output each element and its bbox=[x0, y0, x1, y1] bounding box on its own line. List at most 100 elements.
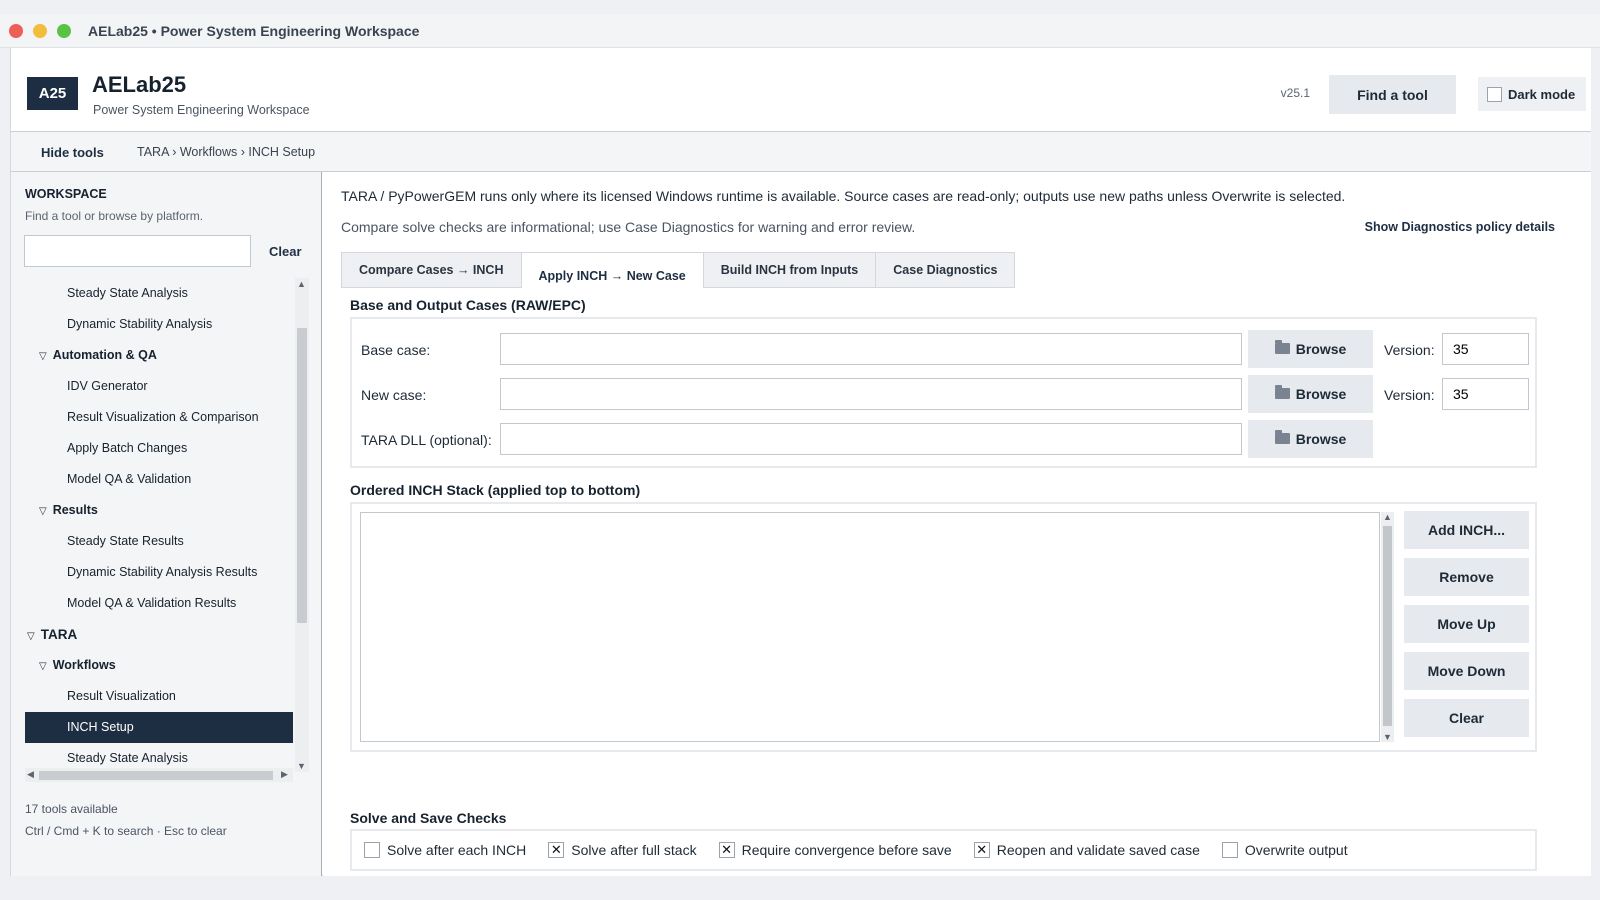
solve-check-option[interactable]: ✕ Solve after full stack bbox=[548, 842, 697, 858]
solve-check-option[interactable]: ✕ Require convergence before save bbox=[718, 842, 952, 858]
tab-case-diagnostics[interactable]: Case Diagnostics bbox=[875, 252, 1016, 288]
scroll-up-icon[interactable]: ▲ bbox=[1383, 512, 1392, 522]
expand-triangle-icon[interactable]: ▽ bbox=[39, 341, 47, 372]
sidebar-item-label: Dynamic Stability Analysis bbox=[67, 317, 213, 331]
remove-button[interactable]: Remove bbox=[1404, 558, 1529, 596]
tools-count: 17 tools available bbox=[25, 802, 118, 816]
checked-checkbox[interactable]: ✕ bbox=[548, 842, 565, 858]
move-up-button[interactable]: Move Up bbox=[1404, 605, 1529, 643]
tab-build-inch[interactable]: Build INCH from Inputs bbox=[702, 252, 877, 288]
checkbox[interactable] bbox=[1221, 842, 1238, 858]
sidebar-item[interactable]: Steady State Analysis bbox=[25, 278, 293, 309]
stack-scrollbar[interactable]: ▲ ▼ bbox=[1381, 512, 1394, 742]
tara-dll-browse-button[interactable]: Browse bbox=[1248, 420, 1373, 458]
diagnostics-notice: Compare solve checks are informational; … bbox=[341, 219, 916, 235]
dark-mode-toggle[interactable]: Dark mode bbox=[1478, 77, 1586, 111]
solve-check-option[interactable]: ✕ Reopen and validate saved case bbox=[973, 842, 1200, 858]
new-case-input[interactable] bbox=[500, 378, 1242, 410]
solve-check-option[interactable]: Solve after each INCH bbox=[364, 842, 526, 858]
find-tool-button[interactable]: Find a tool bbox=[1329, 75, 1456, 114]
sidebar-item-label: Result Visualization & Comparison bbox=[67, 410, 259, 424]
new-version-label: Version: bbox=[1384, 387, 1435, 403]
zoom-window-button[interactable] bbox=[57, 24, 71, 38]
sidebar-item[interactable]: ▽ Results bbox=[25, 495, 293, 526]
sidebar-item-label: IDV Generator bbox=[67, 379, 148, 393]
sidebar-item[interactable]: Model QA & Validation bbox=[25, 464, 293, 495]
checks-group: Solve after each INCH ✕ Solve after full s… bbox=[350, 829, 1537, 871]
expand-triangle-icon[interactable]: ▽ bbox=[39, 496, 47, 527]
folder-icon bbox=[1274, 429, 1290, 444]
tab-apply-inch[interactable]: Apply INCH → New Case bbox=[520, 252, 704, 288]
scroll-left-icon[interactable]: ◀ bbox=[27, 769, 34, 780]
sidebar-item-label: Apply Batch Changes bbox=[67, 441, 188, 455]
stack-scroll-thumb[interactable] bbox=[1383, 526, 1392, 726]
checked-checkbox[interactable]: ✕ bbox=[973, 842, 990, 858]
hide-tools-button[interactable]: Hide tools bbox=[41, 145, 104, 160]
base-case-input[interactable] bbox=[500, 333, 1242, 365]
inch-stack-list[interactable] bbox=[360, 512, 1380, 742]
tab-compare-cases[interactable]: Compare Cases → INCH bbox=[341, 252, 522, 288]
sidebar-item[interactable]: ▽ Automation & QA bbox=[25, 340, 293, 371]
sidebar-item[interactable]: IDV Generator bbox=[25, 371, 293, 402]
minimize-window-button[interactable] bbox=[33, 24, 47, 38]
toolbar: Hide tools TARA › Workflows › INCH Setup bbox=[11, 132, 1591, 172]
sidebar-item[interactable]: INCH Setup bbox=[25, 712, 293, 743]
cases-group: Base case: Browse Version: New case: Bro… bbox=[350, 317, 1537, 468]
workspace-title: WORKSPACE bbox=[25, 187, 107, 201]
checkbox[interactable] bbox=[364, 842, 380, 858]
checked-checkbox[interactable]: ✕ bbox=[718, 842, 735, 858]
check-label: Solve after each INCH bbox=[387, 842, 527, 858]
stack-group: ▲ ▼ Add INCH... Remove Move Up Move Down… bbox=[350, 502, 1537, 752]
close-window-button[interactable] bbox=[9, 24, 23, 38]
solve-check-option[interactable]: Overwrite output bbox=[1221, 842, 1348, 858]
version-label: v25.1 bbox=[1280, 86, 1310, 100]
sidebar-item[interactable]: Result Visualization bbox=[25, 681, 293, 712]
scroll-down-icon[interactable]: ▼ bbox=[297, 761, 306, 771]
scroll-up-icon[interactable]: ▲ bbox=[297, 279, 306, 289]
sidebar-item[interactable]: ▽ TARA bbox=[25, 619, 293, 650]
check-label: Reopen and validate saved case bbox=[996, 842, 1200, 858]
diagnostics-policy-link[interactable]: Show Diagnostics policy details bbox=[1365, 220, 1555, 234]
app-name: AELab25 bbox=[92, 72, 187, 97]
app-header: A25 AELab25 Power System Engineering Wor… bbox=[11, 48, 1591, 132]
tree-scroll-thumb[interactable] bbox=[297, 328, 307, 623]
sidebar-item[interactable]: Apply Batch Changes bbox=[25, 433, 293, 464]
checks-section-title: Solve and Save Checks bbox=[350, 810, 507, 826]
sidebar-item[interactable]: Result Visualization & Comparison bbox=[25, 402, 293, 433]
tara-dll-label: TARA DLL (optional): bbox=[361, 432, 492, 448]
sidebar-item[interactable]: ▽ Workflows bbox=[25, 650, 293, 681]
tree-vertical-scrollbar[interactable]: ▲ ▼ bbox=[295, 278, 309, 772]
dark-mode-checkbox[interactable] bbox=[1487, 86, 1502, 102]
breadcrumb: TARA › Workflows › INCH Setup bbox=[137, 145, 316, 159]
new-version-input[interactable] bbox=[1442, 378, 1529, 410]
sidebar-item[interactable]: Steady State Results bbox=[25, 526, 293, 557]
tree-horizontal-scrollbar[interactable]: ◀ ▶ bbox=[25, 768, 293, 782]
base-case-label: Base case: bbox=[361, 342, 431, 358]
tree-hscroll-thumb[interactable] bbox=[39, 771, 273, 780]
tool-search-input[interactable] bbox=[24, 235, 251, 267]
scroll-right-icon[interactable]: ▶ bbox=[281, 769, 288, 780]
dark-mode-label: Dark mode bbox=[1508, 86, 1576, 102]
sidebar-item-label: TARA bbox=[40, 627, 78, 642]
base-version-input[interactable] bbox=[1442, 333, 1529, 365]
app-window: A25 AELab25 Power System Engineering Wor… bbox=[10, 48, 1591, 876]
expand-triangle-icon[interactable]: ▽ bbox=[27, 621, 35, 652]
sidebar-item[interactable]: Dynamic Stability Analysis Results bbox=[25, 557, 293, 588]
expand-triangle-icon[interactable]: ▽ bbox=[39, 651, 47, 682]
base-case-browse-button[interactable]: Browse bbox=[1248, 330, 1373, 368]
move-down-button[interactable]: Move Down bbox=[1404, 652, 1529, 690]
sidebar-item-label: Steady State Analysis bbox=[67, 751, 188, 765]
add-inch-button[interactable]: Add INCH... bbox=[1404, 511, 1529, 549]
new-case-label: New case: bbox=[361, 387, 427, 403]
scroll-down-icon[interactable]: ▼ bbox=[1383, 732, 1392, 742]
clear-stack-button[interactable]: Clear bbox=[1404, 699, 1529, 737]
keyboard-hint: Ctrl / Cmd + K to search · Esc to clear bbox=[25, 824, 227, 838]
new-case-browse-button[interactable]: Browse bbox=[1248, 375, 1373, 413]
folder-icon bbox=[1274, 384, 1290, 399]
search-clear-button[interactable]: Clear bbox=[269, 244, 302, 259]
window-title: AELab25 • Power System Engineering Works… bbox=[88, 23, 420, 39]
sidebar-item[interactable]: Model QA & Validation Results bbox=[25, 588, 293, 619]
sidebar-item[interactable]: Dynamic Stability Analysis bbox=[25, 309, 293, 340]
main-panel: TARA / PyPowerGEM runs only where its li… bbox=[323, 172, 1591, 876]
tara-dll-input[interactable] bbox=[500, 423, 1242, 455]
